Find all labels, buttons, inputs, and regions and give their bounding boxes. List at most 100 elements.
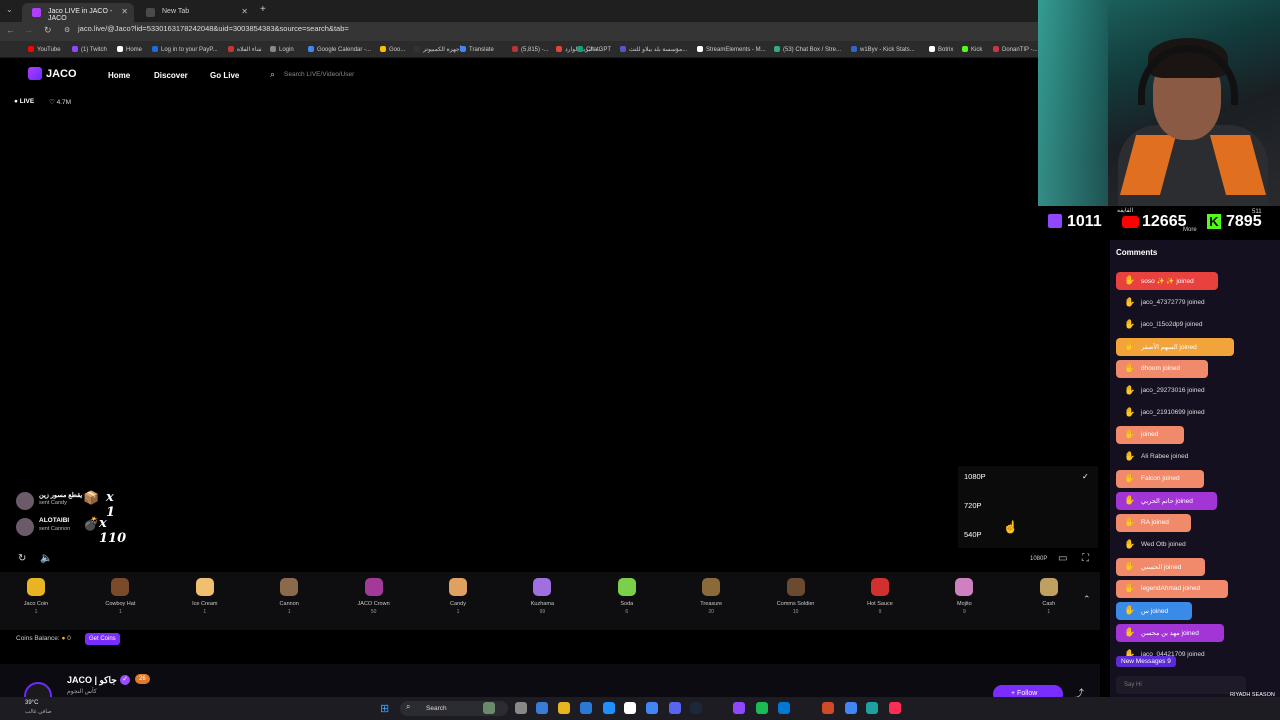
- windows-start-icon[interactable]: ⊞: [380, 702, 389, 715]
- bookmark-item[interactable]: Google Calendar -...: [308, 46, 371, 53]
- discord-icon[interactable]: [669, 702, 681, 714]
- site-logo[interactable]: JACO: [46, 68, 77, 80]
- tab-new-tab[interactable]: New Tab ✕: [136, 3, 254, 22]
- comment-row: ✋ dhoom joined: [1116, 360, 1208, 378]
- gift-icon: [533, 578, 552, 596]
- gift-item[interactable]: Treasure 20: [686, 578, 736, 615]
- site-info-icon[interactable]: ⚙: [64, 26, 70, 34]
- quality-option-540p[interactable]: 540P: [964, 530, 982, 539]
- gift-item[interactable]: Cowboy Hat 1: [95, 578, 145, 615]
- bookmark-item[interactable]: w1Byv - Kick Stats...: [851, 46, 915, 53]
- tab-jaco-live[interactable]: Jaco LIVE in JACO - JACO ✕: [22, 3, 134, 22]
- comment-text: jaco_l15o2dp9 joined: [1141, 321, 1203, 328]
- tab-search-icon[interactable]: ⌄: [6, 5, 13, 14]
- gift-item[interactable]: Mojito 9: [939, 578, 989, 615]
- gift-icon: [871, 578, 889, 596]
- gift-item[interactable]: Jaco Coin 1: [11, 578, 61, 615]
- nav-discover[interactable]: Discover: [154, 71, 188, 80]
- app-icon[interactable]: [624, 702, 636, 714]
- comment-row: ✋ س joined: [1116, 602, 1192, 620]
- edge-icon[interactable]: [536, 702, 548, 714]
- more-button[interactable]: More: [1183, 227, 1197, 233]
- forward-icon[interactable]: →: [24, 25, 33, 35]
- bookmark-item[interactable]: Home: [117, 46, 142, 53]
- bookmark-item[interactable]: Goo...: [380, 46, 405, 53]
- url-field[interactable]: jaco.live/@Jaco?lid=5330163178242048&uid…: [78, 24, 349, 33]
- gift-item[interactable]: Candy 1: [433, 578, 483, 615]
- bookmark-item[interactable]: Login: [270, 46, 294, 53]
- file-explorer-icon[interactable]: [558, 702, 570, 714]
- gift-item[interactable]: JACO Crown 50: [349, 578, 399, 615]
- bookmark-item[interactable]: (53) Chat Box / Stre...: [774, 46, 841, 53]
- quality-option-720p[interactable]: 720P: [964, 501, 982, 510]
- gift-item[interactable]: Ice Cream 1: [180, 578, 230, 615]
- bookmark-item[interactable]: Translate: [460, 46, 494, 53]
- bookmark-item[interactable]: (1) Twitch: [72, 46, 107, 53]
- bookmark-label: Botrix: [938, 47, 954, 53]
- gift-item[interactable]: Cannon 1: [264, 578, 314, 615]
- chat-input[interactable]: Say Hi: [1116, 676, 1246, 694]
- kick-icon: K: [1207, 214, 1221, 229]
- mail-icon[interactable]: [603, 702, 615, 714]
- new-tab-button[interactable]: +: [260, 4, 266, 15]
- twitch-icon[interactable]: [733, 702, 745, 714]
- bookmark-label: Goo...: [389, 47, 406, 53]
- quality-option-1080p[interactable]: 1080P: [964, 472, 986, 481]
- bookmark-item[interactable]: مؤسسة بلد بيلاو للتث...: [620, 46, 687, 53]
- gift-item[interactable]: Hot Sauce 9: [855, 578, 905, 615]
- back-icon[interactable]: ←: [6, 25, 15, 35]
- wave-icon: ✋: [1124, 407, 1136, 417]
- volume-icon[interactable]: 🔈: [40, 553, 52, 564]
- gift-item[interactable]: Comms Soldier 10: [771, 578, 821, 615]
- close-tab-icon[interactable]: ✕: [241, 7, 248, 16]
- bookmark-item[interactable]: أجهزة الكمبيوتر: [414, 46, 461, 53]
- bookmark-favicon-icon: [117, 46, 123, 52]
- bookmark-item[interactable]: Log in to your PayP...: [152, 46, 218, 53]
- refresh-stream-icon[interactable]: ↻: [18, 553, 26, 564]
- search-icon[interactable]: ⌕: [270, 69, 275, 80]
- search-input[interactable]: Search LIVE/Video/User: [284, 71, 354, 78]
- steam-icon[interactable]: [690, 702, 702, 714]
- close-tab-icon[interactable]: ✕: [121, 7, 128, 16]
- gift-item[interactable]: Cash 1: [1024, 578, 1074, 615]
- get-coins-button[interactable]: Get Coins: [85, 633, 120, 645]
- new-messages-button[interactable]: New Messages 9: [1116, 656, 1176, 667]
- bookmark-item[interactable]: Botrix: [929, 46, 953, 53]
- chrome-icon[interactable]: [646, 702, 658, 714]
- bookmark-favicon-icon: [929, 46, 935, 52]
- jaco-logo-icon[interactable]: [28, 67, 42, 80]
- quality-button[interactable]: 1080P: [1030, 556, 1047, 562]
- level-badge: 26: [135, 674, 150, 684]
- bookmark-item[interactable]: YouTube: [28, 46, 61, 53]
- gift-item[interactable]: Kuzhama 99: [517, 578, 567, 615]
- weather-temp[interactable]: 39°C: [25, 700, 38, 706]
- channel-name[interactable]: JACO | جاكو: [67, 675, 117, 686]
- task-view-icon[interactable]: [515, 702, 527, 714]
- gift-price: 1: [203, 609, 207, 615]
- google-icon[interactable]: [845, 702, 857, 714]
- bookmark-item[interactable]: DonanTIP -...: [993, 46, 1038, 53]
- tiktok-icon[interactable]: [889, 702, 901, 714]
- obs-icon[interactable]: [822, 702, 834, 714]
- bookmark-label: (1) Twitch: [81, 47, 107, 53]
- nav-home[interactable]: Home: [108, 71, 130, 80]
- fullscreen-icon[interactable]: ⛶: [1082, 553, 1089, 564]
- theater-mode-icon[interactable]: ▭: [1058, 553, 1067, 564]
- bookmark-item[interactable]: ChatGPT: [577, 46, 611, 53]
- wave-icon: ✋: [1124, 297, 1136, 307]
- store-icon[interactable]: [580, 702, 592, 714]
- outlook-icon[interactable]: [778, 702, 790, 714]
- bookmark-item[interactable]: StreamElements - M...: [697, 46, 766, 53]
- reload-icon[interactable]: ↻: [44, 25, 52, 36]
- nav-go-live[interactable]: Go Live: [210, 71, 239, 80]
- spotify-icon[interactable]: [756, 702, 768, 714]
- avatar: [16, 492, 34, 510]
- app-icon[interactable]: [866, 702, 878, 714]
- gift-item[interactable]: Soda 6: [602, 578, 652, 615]
- comment-text: jaco_47372779 joined: [1141, 299, 1205, 306]
- chevron-up-icon[interactable]: ⌃: [1083, 594, 1091, 605]
- bookmark-item[interactable]: (5,815) -...: [512, 46, 549, 53]
- bookmark-item[interactable]: Kick: [962, 46, 982, 53]
- bookmark-item[interactable]: شاء الفلاة: [228, 46, 262, 53]
- widgets-icon[interactable]: [483, 702, 495, 714]
